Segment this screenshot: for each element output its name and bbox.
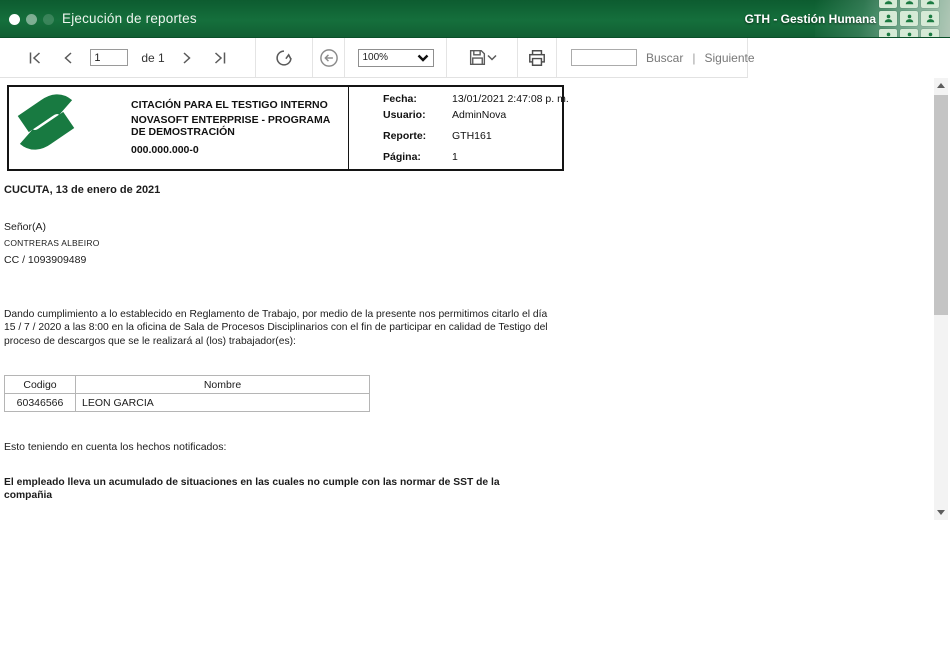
salutation: Señor(A)	[4, 221, 47, 233]
next-page-button[interactable]	[178, 48, 196, 68]
window-dot-icon	[43, 14, 54, 25]
triangle-up-icon	[937, 83, 945, 88]
table-cell: 60346566	[4, 393, 76, 412]
first-page-button[interactable]	[25, 48, 46, 68]
scroll-thumb[interactable]	[934, 95, 948, 315]
save-icon	[469, 49, 485, 66]
company-name: NOVASOFT ENTERPRISE - PROGRAMA DE DEMOST…	[131, 114, 330, 138]
app-title: Ejecución de reportes	[62, 11, 197, 26]
header-divider	[348, 87, 349, 169]
window-dots	[9, 14, 54, 25]
zoom-group: 100%	[345, 38, 447, 77]
back-button[interactable]	[317, 46, 341, 70]
scroll-down-button[interactable]	[934, 505, 948, 520]
next-page-icon	[183, 51, 191, 64]
scroll-up-button[interactable]	[934, 78, 948, 93]
person-icon	[921, 11, 939, 26]
field-label: Fecha:	[383, 93, 417, 105]
module-label: GTH - Gestión Humana	[744, 12, 876, 26]
prev-page-button[interactable]	[59, 48, 77, 68]
person-icon	[900, 29, 918, 37]
print-group	[518, 38, 557, 77]
page-count-label: de 1	[141, 50, 165, 65]
last-page-icon	[214, 51, 225, 64]
chevron-down-icon	[486, 54, 497, 61]
person-icon	[900, 0, 918, 8]
person-icon	[900, 11, 918, 26]
field-value: 1	[452, 151, 458, 163]
refresh-group	[256, 38, 313, 77]
siguiente-link[interactable]: Siguiente	[704, 51, 754, 65]
report-page: CITACIÓN PARA EL TESTIGO INTERNO NOVASOF…	[0, 78, 934, 649]
column-header: Codigo	[4, 375, 76, 394]
print-button[interactable]	[525, 46, 549, 70]
citation-table: Codigo Nombre 60346566 LEON GARCIA	[4, 375, 370, 412]
buscar-link[interactable]: Buscar	[646, 51, 683, 65]
column-header: Nombre	[75, 375, 370, 394]
field-label: Usuario:	[383, 109, 426, 121]
report-header-box: CITACIÓN PARA EL TESTIGO INTERNO NOVASOF…	[7, 85, 569, 171]
search-input[interactable]	[571, 49, 637, 66]
zoom-value: 100%	[362, 52, 389, 63]
back-group	[313, 38, 345, 77]
person-icon	[921, 29, 939, 37]
field-value: 13/01/2021 2:47:08 p. m.	[452, 93, 569, 105]
facts-intro: Esto teniendo en cuenta los hechos notif…	[4, 441, 227, 453]
table-header-row: Codigo Nombre	[4, 375, 370, 394]
table-row: 60346566 LEON GARCIA	[4, 393, 370, 412]
window-dot-icon	[9, 14, 20, 25]
prev-page-icon	[64, 51, 72, 64]
person-icon	[921, 0, 939, 8]
window-dot-icon	[26, 14, 37, 25]
refresh-button[interactable]	[272, 46, 296, 70]
person-icon	[879, 0, 897, 8]
printer-icon	[529, 49, 545, 66]
refresh-icon	[276, 49, 292, 66]
chevron-down-icon	[417, 54, 428, 62]
page-nav-group: de 1	[0, 38, 256, 77]
find-group: Buscar | Siguiente	[557, 38, 755, 77]
last-page-button[interactable]	[209, 48, 230, 68]
field-value: AdminNova	[452, 109, 507, 121]
export-group	[447, 38, 518, 77]
first-page-icon	[30, 51, 41, 64]
field-label: Reporte:	[383, 130, 427, 142]
export-button[interactable]	[466, 46, 499, 69]
person-icon	[879, 29, 897, 37]
people-tiles	[879, 0, 939, 37]
facts-statement: El empleado lleva un acumulado de situac…	[4, 477, 500, 501]
body-paragraph: Dando cumplimiento a lo establecido en R…	[4, 309, 548, 347]
report-title: CITACIÓN PARA EL TESTIGO INTERNO	[131, 99, 328, 111]
recipient-id: CC / 1093909489	[4, 254, 87, 266]
triangle-down-icon	[937, 510, 945, 515]
report-toolbar: de 1 100%	[0, 38, 755, 78]
field-value: GTH161	[452, 130, 492, 142]
recipient-name: CONTRERAS ALBEIRO	[4, 238, 100, 248]
zoom-select[interactable]: 100%	[357, 48, 434, 67]
back-icon	[319, 48, 338, 67]
titlebar: Ejecución de reportes GTH - Gestión Huma…	[0, 0, 950, 38]
person-icon	[879, 11, 897, 26]
company-logo-icon	[17, 94, 75, 150]
link-separator: |	[692, 50, 696, 65]
company-nit: 000.000.000-0	[131, 144, 199, 156]
table-cell: LEON GARCIA	[75, 393, 370, 412]
field-label: Página:	[383, 151, 421, 163]
page-number-input[interactable]	[90, 49, 129, 66]
vertical-scrollbar	[934, 78, 948, 520]
city-date: CUCUTA, 13 de enero de 2021	[4, 184, 161, 196]
